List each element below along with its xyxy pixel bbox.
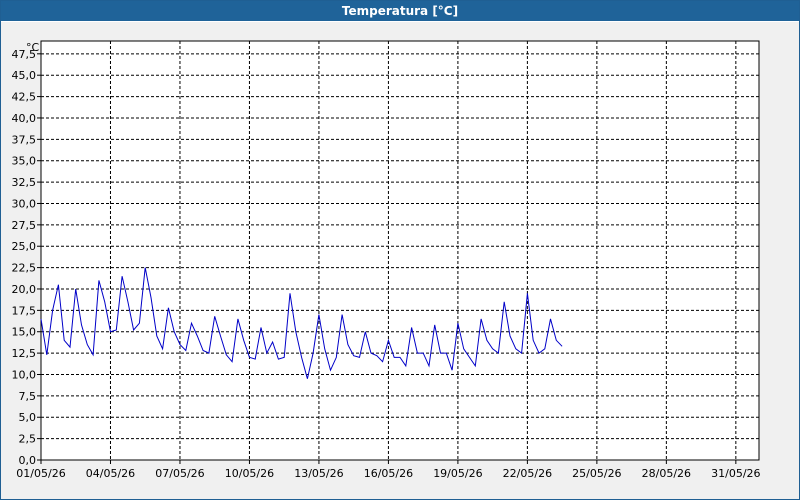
y-tick-label: 20,0 bbox=[12, 283, 37, 296]
x-tick-label: 01/05/26 bbox=[16, 467, 65, 480]
y-tick-label: 0,0 bbox=[19, 454, 37, 467]
y-tick-label: 2,5 bbox=[19, 433, 37, 446]
chart-window: Temperatura [°C] 0,0 2,5 5,0 7,5 10,0 12,5 15,… bbox=[0, 0, 800, 500]
y-tick-label: 30,0 bbox=[12, 197, 37, 210]
y-tick-label: 42,5 bbox=[12, 91, 37, 104]
x-tick-label: 16/05/26 bbox=[364, 467, 413, 480]
y-tick-label: 45,0 bbox=[12, 69, 37, 82]
y-axis-ticks: 0,0 2,5 5,0 7,5 10,0 12,5 15,0 17,5 20,0 22,5 25,0… bbox=[12, 48, 41, 467]
x-axis-ticks: 01/05/26 04/05/26 07/05/26 10/05/26 13/05/26… bbox=[16, 460, 761, 480]
y-tick-label: 35,0 bbox=[12, 155, 37, 168]
plot-background bbox=[40, 40, 760, 461]
y-tick-label: 25,0 bbox=[12, 240, 37, 253]
x-tick-label: 28/05/26 bbox=[642, 467, 691, 480]
x-tick-label: 04/05/26 bbox=[86, 467, 135, 480]
y-tick-label: 17,5 bbox=[12, 304, 37, 317]
y-tick-label: 10,0 bbox=[12, 368, 37, 381]
y-tick-label: 37,5 bbox=[12, 133, 37, 146]
x-tick-label: 22/05/26 bbox=[503, 467, 552, 480]
y-tick-label: 40,0 bbox=[12, 112, 37, 125]
window-title: Temperatura [°C] bbox=[1, 1, 799, 22]
x-tick-label: 19/05/26 bbox=[433, 467, 482, 480]
x-tick-label: 25/05/26 bbox=[572, 467, 621, 480]
y-axis-unit-label: °C bbox=[26, 41, 40, 54]
x-tick-label: 13/05/26 bbox=[294, 467, 343, 480]
temperature-chart: 0,0 2,5 5,0 7,5 10,0 12,5 15,0 17,5 20,0 22,5 25,0… bbox=[12, 40, 761, 480]
y-tick-label: 5,0 bbox=[19, 411, 37, 424]
y-tick-label: 15,0 bbox=[12, 326, 37, 339]
chart-area: 0,0 2,5 5,0 7,5 10,0 12,5 15,0 17,5 20,0 22,5 25,0… bbox=[1, 22, 799, 499]
x-tick-label: 07/05/26 bbox=[155, 467, 204, 480]
y-tick-label: 22,5 bbox=[12, 262, 37, 275]
x-tick-label: 10/05/26 bbox=[225, 467, 274, 480]
x-tick-label: 31/05/26 bbox=[711, 467, 760, 480]
y-tick-label: 7,5 bbox=[19, 390, 37, 403]
y-tick-label: 27,5 bbox=[12, 219, 37, 232]
y-tick-label: 32,5 bbox=[12, 176, 37, 189]
y-tick-label: 12,5 bbox=[12, 347, 37, 360]
